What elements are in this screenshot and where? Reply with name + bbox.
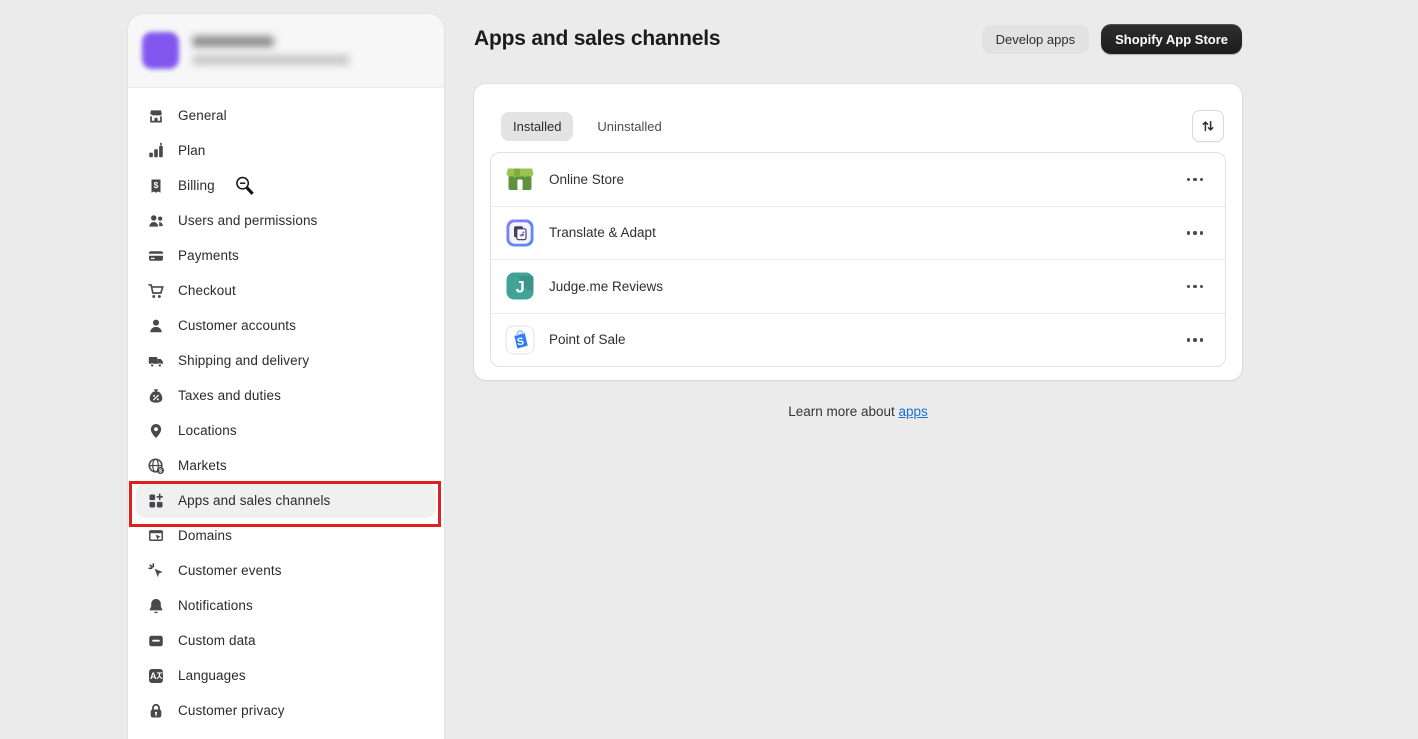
sidebar-item-label: Customer accounts	[178, 318, 296, 333]
svg-text:$: $	[154, 179, 159, 189]
sidebar-item-label: Shipping and delivery	[178, 353, 309, 368]
app-name: Judge.me Reviews	[549, 279, 663, 294]
sidebar-item-label: Locations	[178, 423, 237, 438]
sidebar-item-label: Notifications	[178, 598, 253, 613]
settings-sidebar: General Plan $ Billing Users and permissions…	[128, 14, 444, 739]
page-title: Apps and sales channels	[474, 27, 720, 51]
sidebar-item-label: Plan	[178, 143, 205, 158]
taxes-icon	[147, 387, 165, 405]
sidebar-item-label: Checkout	[178, 283, 236, 298]
sidebar-item-payments[interactable]: Payments	[136, 238, 436, 273]
judge-me-icon: J	[505, 271, 535, 301]
markets-icon: $	[147, 457, 165, 475]
store-avatar	[142, 32, 179, 69]
sidebar-item-label: General	[178, 108, 227, 123]
custom-data-icon	[147, 632, 165, 650]
billing-icon: $	[147, 177, 165, 195]
sidebar-item-notifications[interactable]: Notifications	[136, 588, 436, 623]
users-icon	[147, 212, 165, 230]
tab-uninstalled[interactable]: Uninstalled	[585, 112, 673, 141]
sidebar-item-languages[interactable]: A Languages	[136, 658, 436, 693]
sidebar-item-label: Customer events	[178, 563, 282, 578]
shopify-app-store-button[interactable]: Shopify App Store	[1101, 24, 1242, 54]
app-row-point-of-sale[interactable]: S Point of Sale	[491, 313, 1225, 367]
sidebar-item-label: Domains	[178, 528, 232, 543]
sidebar-item-label: Custom data	[178, 633, 256, 648]
app-name: Translate & Adapt	[549, 225, 656, 240]
learn-more-text: Learn more about apps	[474, 404, 1242, 419]
sidebar-item-label: Languages	[178, 668, 246, 683]
app-name: Online Store	[549, 172, 624, 187]
develop-apps-button[interactable]: Develop apps	[982, 25, 1090, 53]
general-icon	[147, 107, 165, 125]
sidebar-item-label: Customer privacy	[178, 703, 285, 718]
notifications-icon	[147, 597, 165, 615]
header-actions: Develop apps Shopify App Store	[982, 24, 1242, 54]
apps-icon	[147, 492, 165, 510]
sidebar-item-label: Markets	[178, 458, 227, 473]
shipping-icon	[147, 352, 165, 370]
sidebar-item-billing[interactable]: $ Billing	[136, 168, 436, 203]
sidebar-item-domains[interactable]: Domains	[136, 518, 436, 553]
online-store-icon	[505, 164, 535, 194]
customer-accounts-icon	[147, 317, 165, 335]
ellipsis-menu-button[interactable]	[1179, 172, 1212, 188]
plan-icon	[147, 142, 165, 160]
svg-text:J: J	[516, 279, 525, 297]
settings-nav-list: General Plan $ Billing Users and permissions…	[128, 88, 444, 728]
sidebar-item-customer-privacy[interactable]: Customer privacy	[136, 693, 436, 728]
app-name: Point of Sale	[549, 332, 626, 347]
learn-more-prefix: Learn more about	[788, 404, 898, 419]
apps-link[interactable]: apps	[899, 404, 928, 419]
sort-button[interactable]	[1192, 110, 1224, 142]
sidebar-item-users-and-permissions[interactable]: Users and permissions	[136, 203, 436, 238]
sidebar-item-label: Billing	[178, 178, 215, 193]
apps-card: Installed Uninstalled Online Store Transl…	[474, 84, 1242, 380]
sidebar-item-locations[interactable]: Locations	[136, 413, 436, 448]
sidebar-item-label: Taxes and duties	[178, 388, 281, 403]
sidebar-item-label: Apps and sales channels	[178, 493, 330, 508]
sidebar-item-general[interactable]: General	[136, 98, 436, 133]
svg-text:A: A	[150, 671, 157, 681]
sidebar-item-customer-events[interactable]: Customer events	[136, 553, 436, 588]
svg-text:$: $	[159, 468, 162, 474]
apps-tabs-row: Installed Uninstalled	[490, 100, 1226, 152]
sidebar-item-customer-accounts[interactable]: Customer accounts	[136, 308, 436, 343]
ellipsis-menu-button[interactable]	[1179, 332, 1212, 348]
sidebar-item-taxes-and-duties[interactable]: Taxes and duties	[136, 378, 436, 413]
app-row-judge-me[interactable]: J Judge.me Reviews	[491, 259, 1225, 313]
sidebar-item-markets[interactable]: $ Markets	[136, 448, 436, 483]
app-row-online-store[interactable]: Online Store	[491, 153, 1225, 206]
sidebar-item-label: Users and permissions	[178, 213, 317, 228]
sort-arrows-icon	[1200, 118, 1216, 134]
point-of-sale-icon: S	[505, 325, 535, 355]
sidebar-item-apps-and-sales-channels[interactable]: Apps and sales channels	[136, 483, 436, 518]
ellipsis-menu-button[interactable]	[1179, 225, 1212, 241]
sidebar-item-label: Payments	[178, 248, 239, 263]
languages-icon: A	[147, 667, 165, 685]
store-email-redacted	[192, 55, 350, 65]
sidebar-item-custom-data[interactable]: Custom data	[136, 623, 436, 658]
store-account-header[interactable]	[128, 14, 444, 88]
tab-installed[interactable]: Installed	[501, 112, 573, 141]
store-name-redacted	[192, 36, 274, 47]
ellipsis-menu-button[interactable]	[1179, 279, 1212, 295]
locations-icon	[147, 422, 165, 440]
installed-apps-list: Online Store Translate & Adapt J Judge.me R…	[490, 152, 1226, 367]
sidebar-item-shipping-and-delivery[interactable]: Shipping and delivery	[136, 343, 436, 378]
app-row-translate-adapt[interactable]: Translate & Adapt	[491, 206, 1225, 260]
shopify-settings-page: { "page": { "background": "#ebebeb", "an…	[0, 0, 1418, 739]
translate-adapt-icon	[505, 218, 535, 248]
payments-icon	[147, 247, 165, 265]
sidebar-item-plan[interactable]: Plan	[136, 133, 436, 168]
domains-icon	[147, 527, 165, 545]
privacy-icon	[147, 702, 165, 720]
customer-events-icon	[147, 562, 165, 580]
sidebar-item-checkout[interactable]: Checkout	[136, 273, 436, 308]
checkout-icon	[147, 282, 165, 300]
